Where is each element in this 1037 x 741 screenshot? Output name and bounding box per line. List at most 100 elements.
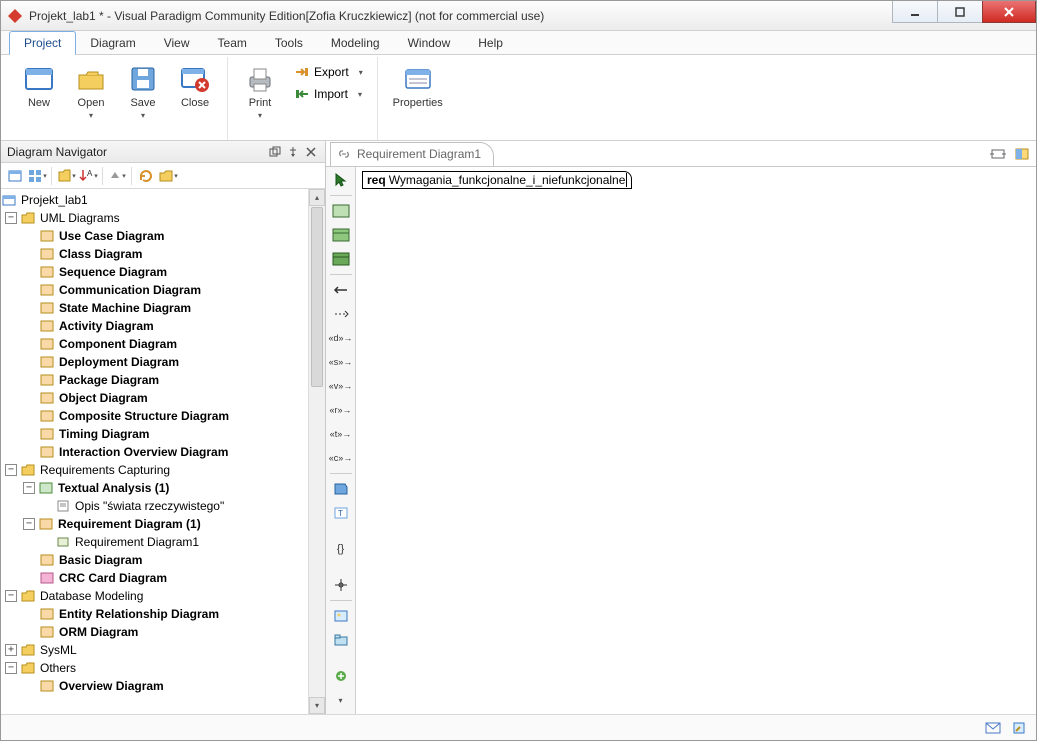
derive-tool-icon[interactable] — [329, 303, 353, 325]
requirement-tool-icon[interactable] — [329, 200, 353, 222]
menu-diagram[interactable]: Diagram — [76, 31, 149, 54]
import-button[interactable]: Import ▾ — [290, 85, 367, 103]
properties-button[interactable]: Properties — [388, 63, 448, 109]
tree-group-requirements[interactable]: Requirements Capturing — [40, 463, 170, 477]
open-folder-icon[interactable]: ▾ — [158, 166, 178, 186]
palette-dropdown-icon[interactable]: ▾ — [329, 689, 353, 711]
dependency-c-tool-icon[interactable]: «c»→ — [329, 447, 353, 469]
tree-item[interactable]: Timing Diagram — [59, 427, 149, 441]
layers-icon[interactable] — [1012, 144, 1032, 164]
export-button[interactable]: Export ▾ — [290, 63, 367, 81]
tree-group-others[interactable]: Others — [40, 661, 76, 675]
navigator-restore-icon[interactable] — [267, 144, 283, 160]
diagram-canvas[interactable]: reqWymagania_funkcjonalne_i_niefunkcjona… — [356, 167, 1036, 714]
navigator-pin-icon[interactable] — [285, 144, 301, 160]
mail-icon[interactable] — [984, 719, 1002, 737]
package-tool-icon[interactable] — [329, 629, 353, 651]
menu-modeling[interactable]: Modeling — [317, 31, 394, 54]
tree-item[interactable]: State Machine Diagram — [59, 301, 191, 315]
tree-crc-diagram[interactable]: CRC Card Diagram — [59, 571, 167, 585]
collapse-icon[interactable]: − — [5, 212, 17, 224]
tree-item[interactable]: Entity Relationship Diagram — [59, 607, 219, 621]
editor-tab-requirement[interactable]: Requirement Diagram1 — [330, 142, 494, 166]
diagram-type-icon — [39, 337, 55, 351]
text-tool-icon[interactable]: T — [329, 502, 353, 524]
collapse-icon[interactable]: − — [5, 464, 17, 476]
requirement-frame[interactable]: reqWymagania_funkcjonalne_i_niefunkcjona… — [362, 171, 632, 189]
menu-help[interactable]: Help — [464, 31, 517, 54]
tree-basic-diagram[interactable]: Basic Diagram — [59, 553, 142, 567]
save-button[interactable]: Save ▾ — [121, 63, 165, 120]
collapse-icon[interactable]: − — [5, 590, 17, 602]
image-tool-icon[interactable] — [329, 605, 353, 627]
collapse-all-icon[interactable]: ▾ — [107, 166, 127, 186]
collapse-icon[interactable]: − — [23, 518, 35, 530]
tree-item[interactable]: Composite Structure Diagram — [59, 409, 229, 423]
window-maximize-button[interactable] — [937, 1, 983, 23]
model-tool-icon[interactable] — [329, 224, 353, 246]
menu-tools[interactable]: Tools — [261, 31, 317, 54]
view-mode-icon[interactable]: ▾ — [27, 166, 47, 186]
scroll-thumb[interactable] — [311, 207, 323, 387]
menu-view[interactable]: View — [150, 31, 204, 54]
menu-team[interactable]: Team — [204, 31, 261, 54]
dependency-v-tool-icon[interactable]: «v»→ — [329, 375, 353, 397]
containment-tool-icon[interactable] — [329, 279, 353, 301]
constraint-tool-icon[interactable]: {} — [329, 538, 353, 560]
tree-root[interactable]: Projekt_lab1 — [21, 193, 88, 207]
diagram-icon — [55, 535, 71, 549]
note-tool-icon[interactable] — [329, 478, 353, 500]
expand-icon[interactable]: + — [5, 644, 17, 656]
close-button[interactable]: Close — [173, 63, 217, 109]
tree-group-sysml[interactable]: SysML — [40, 643, 77, 657]
window-close-button[interactable] — [982, 1, 1036, 23]
new-diagram-icon[interactable] — [5, 166, 25, 186]
anchor-tool-icon[interactable] — [329, 574, 353, 596]
note-status-icon[interactable] — [1010, 719, 1028, 737]
tree-textual-analysis[interactable]: Textual Analysis (1) — [58, 481, 169, 495]
collapse-icon[interactable]: − — [5, 662, 17, 674]
menu-project[interactable]: Project — [9, 31, 76, 55]
tree-item[interactable]: Communication Diagram — [59, 283, 201, 297]
tree-item[interactable]: Class Diagram — [59, 247, 142, 261]
tree-item[interactable]: Component Diagram — [59, 337, 177, 351]
scroll-up-icon[interactable]: ▴ — [309, 189, 325, 206]
dependency-d-tool-icon[interactable]: «d»→ — [329, 327, 353, 349]
tree-item[interactable]: Activity Diagram — [59, 319, 154, 333]
tree-overview-diagram[interactable]: Overview Diagram — [59, 679, 164, 693]
collapse-icon[interactable]: − — [23, 482, 35, 494]
tree-scrollbar[interactable]: ▴ ▾ — [308, 189, 325, 714]
tree-item[interactable]: ORM Diagram — [59, 625, 138, 639]
tree-requirement-diagram[interactable]: Requirement Diagram (1) — [58, 517, 201, 531]
scroll-down-icon[interactable]: ▾ — [309, 697, 325, 714]
diagram-type-icon — [38, 481, 54, 495]
expand-icon[interactable]: ▾ — [56, 166, 76, 186]
sort-icon[interactable]: A▾ — [78, 166, 98, 186]
tree-item[interactable]: Interaction Overview Diagram — [59, 445, 228, 459]
tree-item-opis[interactable]: Opis "świata rzeczywistego" — [75, 499, 224, 513]
navigator-tree[interactable]: Projekt_lab1 − UML Diagrams Use Case Dia… — [1, 189, 325, 714]
refresh-icon[interactable] — [136, 166, 156, 186]
more-tools-icon[interactable] — [329, 665, 353, 687]
testcase-tool-icon[interactable] — [329, 248, 353, 270]
fit-width-icon[interactable] — [988, 144, 1008, 164]
tree-item-req1[interactable]: Requirement Diagram1 — [75, 535, 199, 549]
tree-item[interactable]: Object Diagram — [59, 391, 148, 405]
dependency-s-tool-icon[interactable]: «s»→ — [329, 351, 353, 373]
tree-item[interactable]: Deployment Diagram — [59, 355, 179, 369]
tree-item[interactable]: Package Diagram — [59, 373, 159, 387]
cursor-tool-icon[interactable] — [329, 169, 353, 191]
tree-group-uml[interactable]: UML Diagrams — [40, 211, 120, 225]
req-name-input[interactable]: Wymagania_funkcjonalne_i_niefunkcjonalne — [389, 173, 628, 187]
tree-item[interactable]: Use Case Diagram — [59, 229, 164, 243]
open-button[interactable]: Open ▾ — [69, 63, 113, 120]
new-button[interactable]: New — [17, 63, 61, 109]
tree-item[interactable]: Sequence Diagram — [59, 265, 167, 279]
menu-window[interactable]: Window — [394, 31, 465, 54]
print-button[interactable]: Print ▾ — [238, 63, 282, 120]
navigator-close-icon[interactable] — [303, 144, 319, 160]
dependency-r-tool-icon[interactable]: «r»→ — [329, 399, 353, 421]
window-minimize-button[interactable] — [892, 1, 938, 23]
tree-group-database[interactable]: Database Modeling — [40, 589, 143, 603]
dependency-t-tool-icon[interactable]: «t»→ — [329, 423, 353, 445]
